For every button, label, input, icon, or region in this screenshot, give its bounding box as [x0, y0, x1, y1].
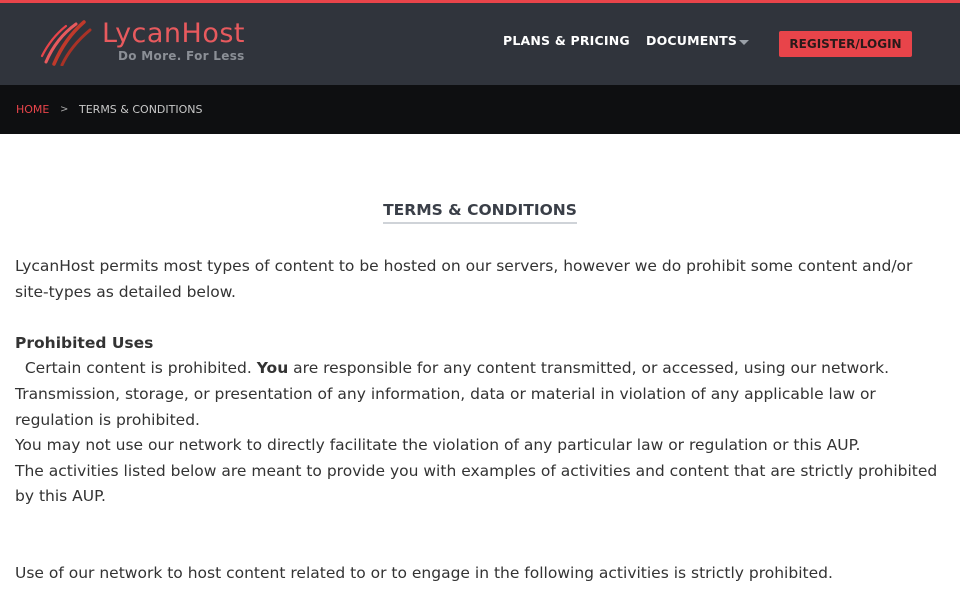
chevron-down-icon[interactable]	[739, 40, 749, 45]
nav-plans-pricing[interactable]: PLANS & PRICING	[503, 33, 630, 48]
line1-end: are responsible for any content transmit…	[288, 359, 890, 378]
line1-bold: You	[256, 359, 289, 378]
nav-documents[interactable]: DOCUMENTS	[646, 33, 737, 48]
claw-logo-icon	[40, 20, 92, 66]
prohibited-line-3: You may not use our network to directly …	[15, 436, 861, 455]
logo-name: LycanHost	[102, 18, 246, 49]
register-login-button[interactable]: REGISTER/LOGIN	[779, 31, 912, 57]
logo[interactable]: LycanHost Do More. For Less	[40, 18, 260, 68]
prohibited-line-5: Use of our network to host content relat…	[15, 563, 833, 582]
page-title-wrapper: TERMS & CONDITIONS	[0, 200, 960, 224]
prohibited-line-4: The activities listed below are meant to…	[15, 461, 938, 506]
breadcrumb-home-link[interactable]: HOME	[16, 103, 49, 116]
prohibited-line-1: Certain content is prohibited. You are r…	[15, 356, 950, 382]
prohibited-uses-heading: Prohibited Uses	[15, 333, 154, 352]
prohibited-line-2: Transmission, storage, or presentation o…	[15, 384, 876, 429]
page-title: TERMS & CONDITIONS	[383, 201, 577, 224]
breadcrumb-separator: >	[60, 104, 69, 115]
intro-paragraph: LycanHost permits most types of content …	[15, 257, 913, 301]
breadcrumb-current: TERMS & CONDITIONS	[79, 103, 203, 116]
logo-tagline: Do More. For Less	[118, 49, 245, 63]
line1-start: Certain content is prohibited.	[24, 359, 257, 378]
terms-content: LycanHost permits most types of content …	[15, 254, 950, 587]
